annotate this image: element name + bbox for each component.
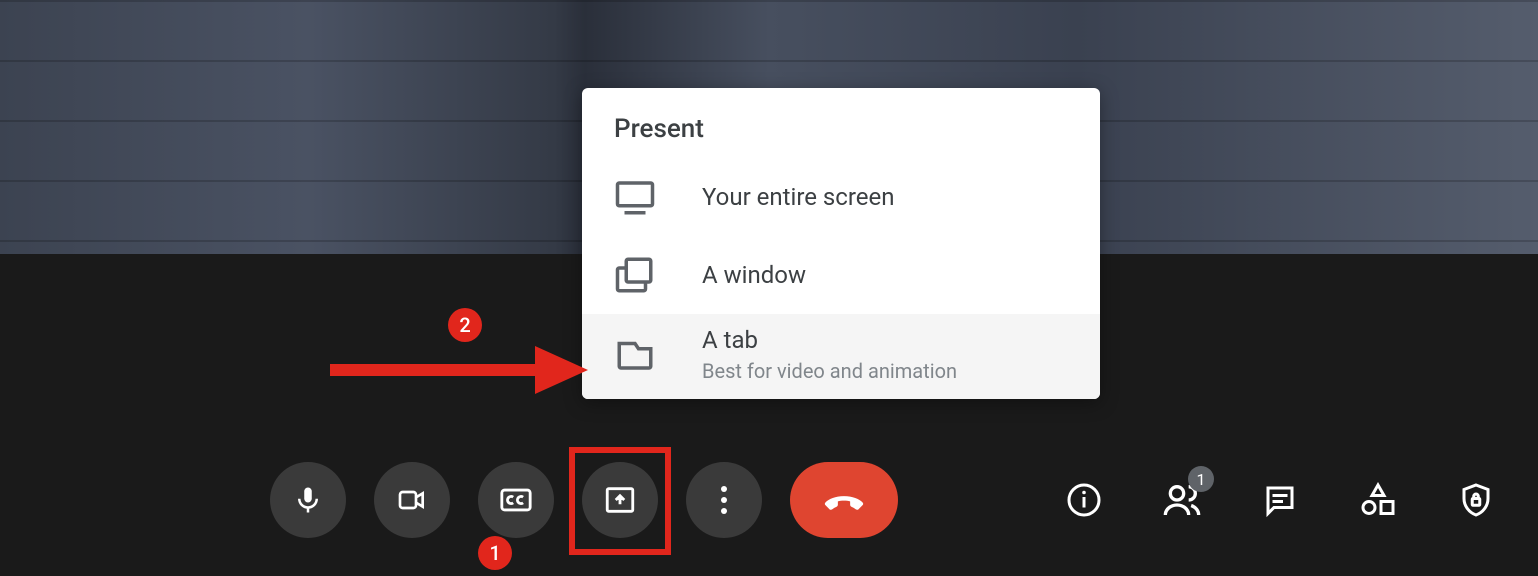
end-call-button[interactable] <box>790 462 898 538</box>
tab-icon <box>614 333 656 375</box>
present-option-window[interactable]: A window <box>582 236 1100 314</box>
window-icon <box>614 254 656 296</box>
present-option-label: A tab <box>702 326 1068 355</box>
info-icon <box>1066 482 1102 518</box>
meeting-details-button[interactable] <box>1062 478 1106 522</box>
more-options-button[interactable] <box>686 462 762 538</box>
people-button[interactable]: 1 <box>1160 478 1204 522</box>
video-icon <box>396 484 428 516</box>
chat-button[interactable] <box>1258 478 1302 522</box>
present-option-entire-screen[interactable]: Your entire screen <box>582 158 1100 236</box>
present-option-label: A window <box>702 261 1068 290</box>
activities-button[interactable] <box>1356 478 1400 522</box>
activities-icon <box>1360 482 1396 518</box>
chat-icon <box>1262 482 1298 518</box>
mic-icon <box>293 485 323 515</box>
present-button[interactable] <box>582 462 658 538</box>
participant-count-badge: 1 <box>1188 466 1214 492</box>
cc-icon <box>499 483 533 517</box>
microphone-button[interactable] <box>270 462 346 538</box>
shield-lock-icon <box>1458 482 1494 518</box>
present-screen-icon <box>603 483 637 517</box>
present-menu: Present Your entire screen A window <box>582 88 1100 399</box>
camera-button[interactable] <box>374 462 450 538</box>
more-vert-icon <box>720 485 728 515</box>
monitor-icon <box>614 176 656 218</box>
present-option-label: Your entire screen <box>702 183 1068 212</box>
present-option-tab[interactable]: A tab Best for video and animation <box>582 314 1100 399</box>
captions-button[interactable] <box>478 462 554 538</box>
present-option-sublabel: Best for video and animation <box>702 359 1068 383</box>
security-button[interactable] <box>1454 478 1498 522</box>
phone-hangup-icon <box>821 477 867 523</box>
present-menu-title: Present <box>582 88 1100 158</box>
meeting-toolbar: 1 <box>0 460 1538 540</box>
